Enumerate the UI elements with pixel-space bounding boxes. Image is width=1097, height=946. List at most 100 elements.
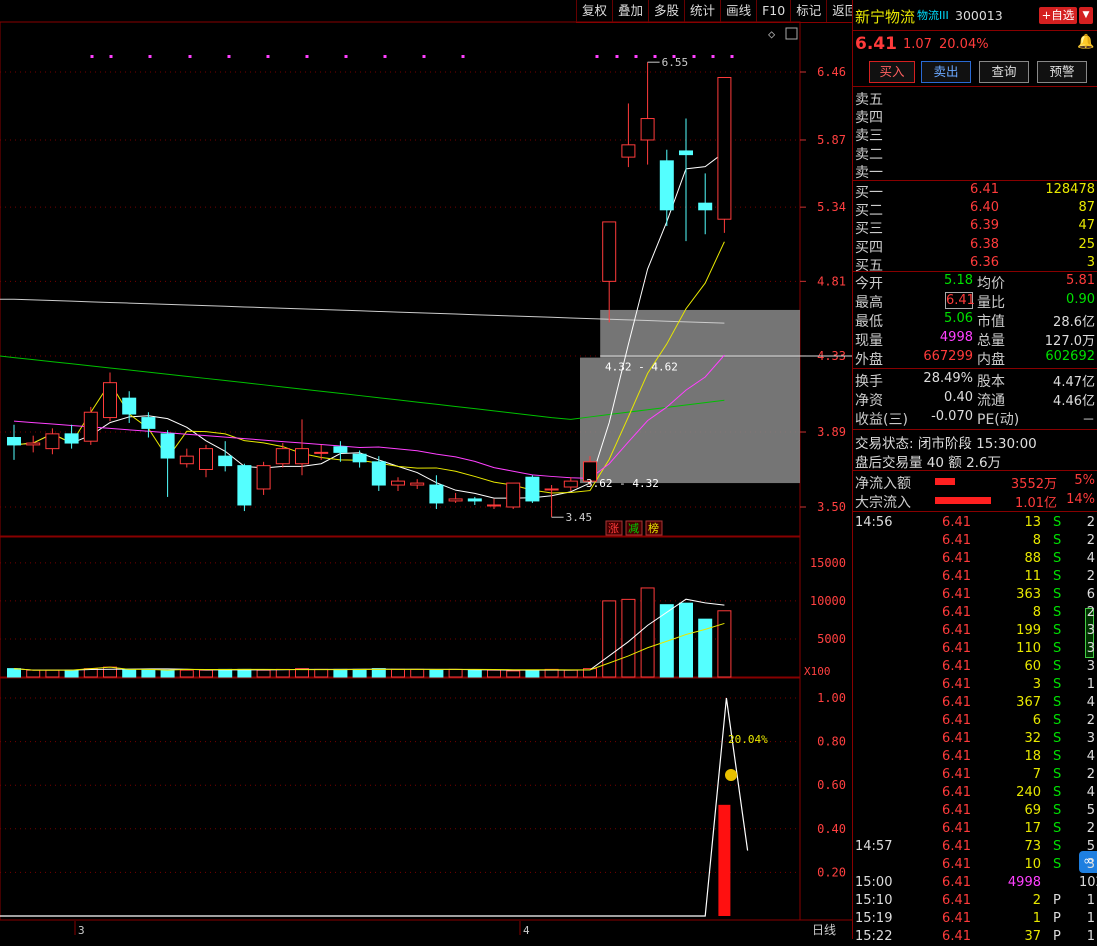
candle-body[interactable] [602,221,617,282]
toolbar-overlay-button[interactable]: 叠加 [612,0,648,22]
stat-label: 总量 [977,333,1005,349]
tick-price: 6.41 [942,911,971,926]
candle-body[interactable] [26,442,41,446]
candle-body[interactable] [199,448,213,470]
candle-body[interactable] [371,461,386,486]
fundamental-value: 0.40 [944,390,973,405]
volume-bar [122,668,137,678]
toolbar-multi-stock-button[interactable]: 多股 [648,0,684,22]
candle-body[interactable] [333,446,348,453]
badge-label: 涨 [608,522,619,535]
candle-body[interactable] [487,504,501,507]
period-label[interactable]: 日线 [812,923,836,937]
tick-volume: 8 [1032,605,1041,620]
stat-label: 均价 [977,276,1005,292]
bell-icon[interactable]: 🔔 [1077,34,1094,50]
toolbar-mark-button[interactable]: 标记 [790,0,826,22]
kline-chart[interactable]: 6.465.875.344.814.333.893.506.553.454.32… [0,0,852,939]
fundamental-label: 流通 [977,393,1005,409]
candle-body[interactable] [160,433,175,459]
tick-count: 1 [1086,929,1095,944]
candle-body[interactable] [314,451,329,454]
flow-pct: 14% [1066,492,1095,507]
tick-time: 15:10 [855,893,893,908]
stock-sector[interactable]: 物流III [917,7,949,23]
price-axis-label: 6.46 [817,65,846,79]
candle-body[interactable] [275,448,290,465]
candle-body[interactable] [429,484,444,504]
candle-body[interactable] [525,476,540,502]
tick-price: 6.41 [942,605,971,620]
candle-body[interactable] [295,448,309,465]
indicator-axis-label: 0.40 [817,822,846,836]
query-button[interactable]: 查询 [979,61,1029,83]
tick-price: 6.41 [942,587,971,602]
ask-level-label: 卖四 [855,110,883,127]
watchlist-dropdown-icon[interactable]: ▼ [1079,7,1093,24]
candle-body[interactable] [7,437,21,446]
tick-volume: 4998 [1007,875,1041,890]
ask-level-label: 卖一 [855,164,883,181]
toolbar-draw-line-button[interactable]: 画线 [720,0,756,22]
candle-body[interactable] [256,465,271,490]
signal-dot [692,55,696,58]
candle-body[interactable] [391,480,405,486]
indicator-line [0,697,749,917]
candle-body[interactable] [45,433,60,450]
buy-button[interactable]: 买入 [869,61,915,83]
volume-bar [103,666,117,678]
volume-bar [333,668,348,678]
candle-body[interactable] [64,433,79,444]
box-upper-label: 4.32 - 4.62 [605,361,678,374]
tick-price: 6.41 [942,551,971,566]
candle-body[interactable] [717,77,732,220]
bid-volume: 87 [1078,200,1095,216]
alert-button[interactable]: 预警 [1037,61,1087,83]
volume-bar [256,669,271,678]
candle-body[interactable] [103,382,117,419]
volume-ma10-line [13,622,725,671]
candle-body[interactable] [122,397,137,415]
flow-label: 大宗流入 [855,495,911,511]
candle-body[interactable] [141,417,156,429]
candle-body[interactable] [640,118,655,141]
toolbar-adjust-button[interactable]: 复权 [576,0,612,22]
candle-body[interactable] [698,202,713,211]
candle-body[interactable] [237,465,252,506]
bid-level-label: 买五 [855,257,883,274]
tick-volume: 60 [1024,659,1041,674]
toolbar-statistics-button[interactable]: 统计 [684,0,720,22]
diamond-icon[interactable]: ◇ [768,27,776,41]
fundamental-value: 28.49% [923,371,973,386]
flow-bar [935,478,955,485]
candle-body[interactable] [679,150,693,156]
window-icon[interactable] [785,27,798,40]
stat-value: 0.90 [1066,292,1095,307]
fundamental-label: 换手 [855,374,883,390]
bid-volume: 3 [1086,254,1095,270]
candle-body[interactable] [179,455,194,465]
candle-body[interactable] [352,453,367,463]
flow-bar [935,497,991,504]
candle-body[interactable] [83,411,98,442]
candle-body[interactable] [563,480,578,488]
sell-button[interactable]: 卖出 [921,61,971,83]
tick-count: 3 [1086,641,1095,656]
toolbar-f10-button[interactable]: F10 [756,0,790,22]
candle-body[interactable] [218,455,233,467]
candle-body[interactable] [544,488,559,491]
candle-body[interactable] [467,498,482,502]
candle-body[interactable] [659,160,674,211]
add-watchlist-button[interactable]: +自选 [1039,7,1077,24]
last-price: 6.41 [855,34,897,54]
candle-body[interactable] [506,482,521,508]
candle-body[interactable] [621,144,636,158]
candle-body[interactable] [410,482,425,486]
ask-level-label: 卖二 [855,146,883,163]
kline-chart-area[interactable]: 6.46 5.87 5.34 4.81 4.33 3.89 3.50 6.55 3.45 4.32… [0,0,852,939]
volume-bar [410,668,425,678]
tick-time: 14:56 [855,515,893,530]
date-axis-label: 4 [523,924,530,937]
fundamental-value: 4.46亿 [1053,394,1095,409]
candle-body[interactable] [448,498,463,502]
